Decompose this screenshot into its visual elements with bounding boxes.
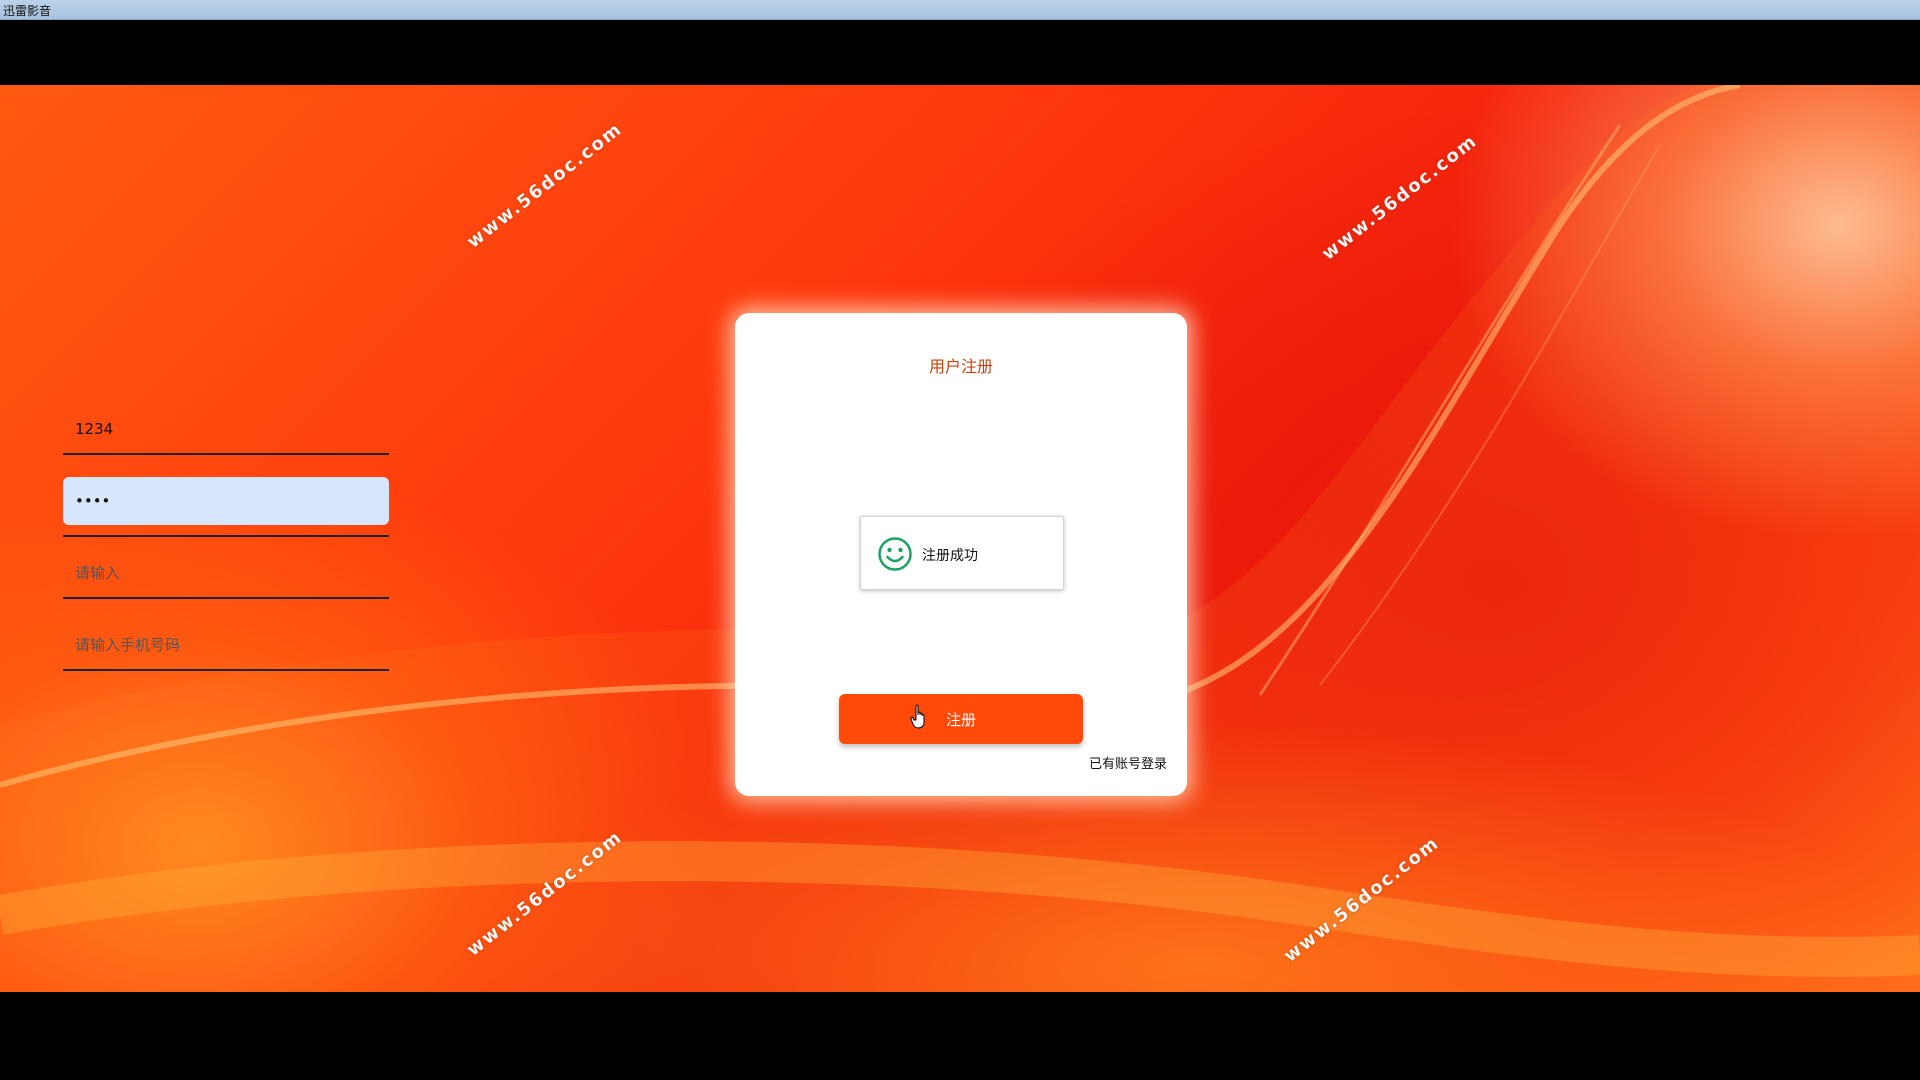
- password-underline: [63, 535, 389, 537]
- smiley-icon: [878, 537, 912, 571]
- title-bar[interactable]: 迅雷影音: [0, 0, 1920, 20]
- player-window: 迅雷影音 www.56doc.com www.56doc.com www.56d…: [0, 0, 1920, 1080]
- password-input[interactable]: [63, 477, 389, 525]
- confirm-password-input[interactable]: [63, 549, 389, 599]
- form-title: 用户注册: [928, 357, 993, 376]
- register-button[interactable]: 注册: [839, 694, 1083, 744]
- phone-input[interactable]: [63, 621, 389, 671]
- login-link[interactable]: 已有账号登录: [1089, 753, 1167, 772]
- toast-message: 注册成功: [922, 548, 978, 564]
- success-toast: 注册成功: [860, 516, 1064, 590]
- window-title: 迅雷影音: [3, 4, 52, 18]
- hand-cursor-icon: [910, 704, 925, 729]
- username-input[interactable]: [63, 405, 389, 455]
